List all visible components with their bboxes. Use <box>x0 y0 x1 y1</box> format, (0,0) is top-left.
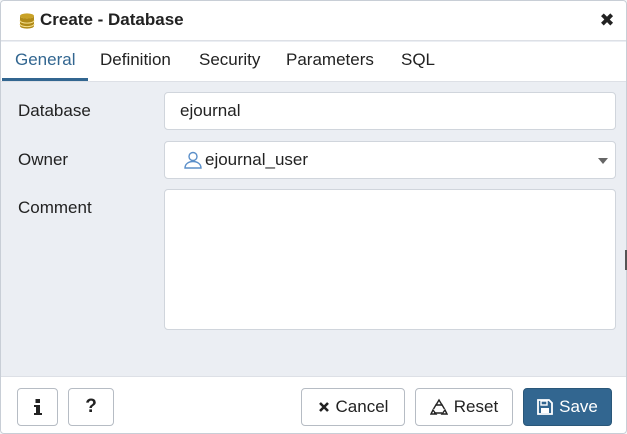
close-icon <box>318 402 329 412</box>
dialog-title: Create - Database <box>40 10 184 29</box>
reset-button[interactable]: Reset <box>415 388 513 426</box>
cancel-button[interactable]: Cancel <box>301 388 405 426</box>
tab-bar: General Definition Security Parameters S… <box>1 42 626 82</box>
tab-general[interactable]: General <box>2 42 89 81</box>
reset-label: Reset <box>453 397 499 416</box>
dialog-titlebar: Create - Database ✖ <box>1 1 626 41</box>
database-label: Database <box>18 101 91 120</box>
create-database-dialog: Create - Database ✖ General Definition S… <box>0 0 627 434</box>
owner-value: ejournal_user <box>205 150 309 169</box>
cancel-label: Cancel <box>335 397 389 416</box>
tab-sql[interactable]: SQL <box>388 42 448 81</box>
owner-label: Owner <box>18 150 69 169</box>
close-icon[interactable]: ✖ <box>597 9 617 31</box>
info-button[interactable] <box>17 388 58 426</box>
database-name-input[interactable]: ejournal <box>164 92 616 130</box>
owner-select[interactable]: ejournal_user <box>164 141 616 179</box>
save-label: Save <box>559 397 598 416</box>
recycle-icon <box>429 398 448 415</box>
user-icon <box>184 151 202 169</box>
info-icon <box>33 399 42 415</box>
tab-parameters[interactable]: Parameters <box>273 42 387 81</box>
tab-security[interactable]: Security <box>186 42 273 81</box>
tab-definition[interactable]: Definition <box>87 42 184 81</box>
comment-textarea[interactable] <box>164 189 616 330</box>
save-icon <box>537 399 554 415</box>
help-icon: ? <box>85 396 97 417</box>
comment-label: Comment <box>18 198 92 217</box>
save-button[interactable]: Save <box>523 388 612 426</box>
chevron-down-icon[interactable] <box>598 158 608 164</box>
database-icon <box>19 13 35 29</box>
dialog-footer: ? Cancel Reset Save <box>1 376 626 433</box>
help-button[interactable]: ? <box>68 388 114 426</box>
